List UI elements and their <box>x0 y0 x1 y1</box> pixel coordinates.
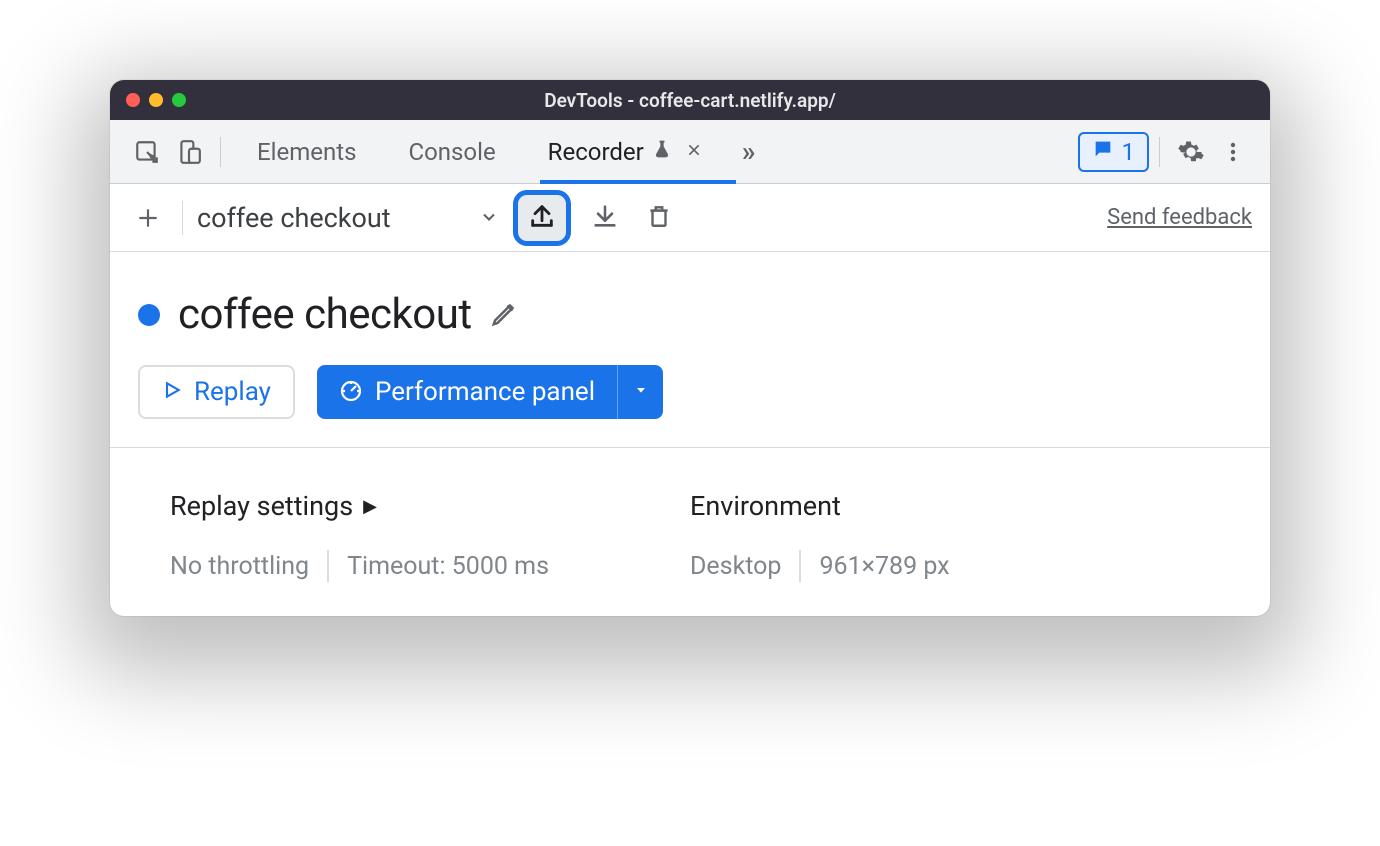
tab-label: Console <box>408 138 495 166</box>
tab-label: Elements <box>257 138 356 166</box>
divider <box>182 201 183 235</box>
performance-panel-label: Performance panel <box>375 379 595 405</box>
overflow-icon: » <box>742 135 756 168</box>
messages-icon <box>1092 138 1114 166</box>
import-recording-button[interactable] <box>585 198 625 238</box>
messages-count: 1 <box>1122 138 1136 166</box>
throttling-value: No throttling <box>170 552 309 581</box>
recording-selector-label: coffee checkout <box>197 202 391 234</box>
recording-title: coffee checkout <box>178 290 472 339</box>
timeout-value: Timeout: 5000 ms <box>347 552 549 581</box>
titlebar: DevTools - coffee-cart.netlify.app/ <box>110 80 1270 120</box>
edit-title-button[interactable] <box>490 298 520 332</box>
recording-actions: Replay Performance panel <box>110 361 1270 447</box>
pencil-icon <box>490 313 520 332</box>
more-tabs-button[interactable]: » <box>728 120 770 183</box>
replay-settings-values: No throttling Timeout: 5000 ms <box>170 550 690 582</box>
recording-selector[interactable]: coffee checkout <box>197 202 499 234</box>
device-value: Desktop <box>690 552 781 581</box>
tab-label: Recorder <box>548 138 644 166</box>
messages-indicator[interactable]: 1 <box>1078 132 1150 172</box>
trash-icon <box>646 203 672 233</box>
delete-recording-button[interactable] <box>639 198 679 238</box>
divider <box>799 550 801 582</box>
gauge-icon <box>339 378 363 407</box>
recording-header: coffee checkout <box>110 252 1270 361</box>
recording-sections: Replay settings ▶ No throttling Timeout:… <box>110 448 1270 616</box>
play-icon <box>162 379 182 405</box>
tab-console[interactable]: Console <box>382 120 521 183</box>
download-icon <box>591 202 619 234</box>
chevron-down-icon <box>479 202 499 234</box>
replay-settings-heading[interactable]: Replay settings ▶ <box>170 490 690 522</box>
recorder-toolbar: coffee checkout <box>110 184 1270 252</box>
inspect-element-icon[interactable] <box>126 131 168 173</box>
environment-values: Desktop 961×789 px <box>690 550 1210 582</box>
caret-down-icon <box>633 382 649 402</box>
titlebar-title: DevTools - coffee-cart.netlify.app/ <box>110 89 1270 112</box>
divider <box>220 137 221 167</box>
tab-elements[interactable]: Elements <box>231 120 382 183</box>
replay-button[interactable]: Replay <box>138 365 295 419</box>
recording-status-dot-icon <box>138 304 160 326</box>
devtools-window: DevTools - coffee-cart.netlify.app/ Elem… <box>110 80 1270 616</box>
performance-panel-button[interactable]: Performance panel <box>317 365 617 419</box>
viewport-value: 961×789 px <box>819 552 949 581</box>
new-recording-button[interactable] <box>128 198 168 238</box>
divider <box>327 550 329 582</box>
environment-heading-label: Environment <box>690 490 841 522</box>
divider <box>1159 137 1160 167</box>
performance-panel-dropdown[interactable] <box>617 365 663 419</box>
upload-icon <box>528 202 556 234</box>
performance-panel-split-button: Performance panel <box>317 365 663 419</box>
kebab-menu-icon[interactable] <box>1212 131 1254 173</box>
expand-right-icon: ▶ <box>363 496 377 517</box>
replay-button-label: Replay <box>194 379 271 405</box>
close-tab-icon[interactable] <box>686 139 702 164</box>
tab-recorder[interactable]: Recorder <box>522 120 728 183</box>
experimental-flask-icon <box>652 138 672 166</box>
devtools-tabstrip: Elements Console Recorder » 1 <box>110 120 1270 184</box>
replay-settings-section: Replay settings ▶ No throttling Timeout:… <box>170 490 690 582</box>
export-recording-button[interactable] <box>513 190 571 246</box>
toggle-device-toolbar-icon[interactable] <box>168 131 210 173</box>
replay-settings-heading-label: Replay settings <box>170 490 353 522</box>
panel-tabs: Elements Console Recorder » <box>231 120 770 183</box>
environment-heading: Environment <box>690 490 1210 522</box>
send-feedback-link[interactable]: Send feedback <box>1107 205 1252 230</box>
settings-gear-icon[interactable] <box>1170 131 1212 173</box>
environment-section: Environment Desktop 961×789 px <box>690 490 1210 582</box>
